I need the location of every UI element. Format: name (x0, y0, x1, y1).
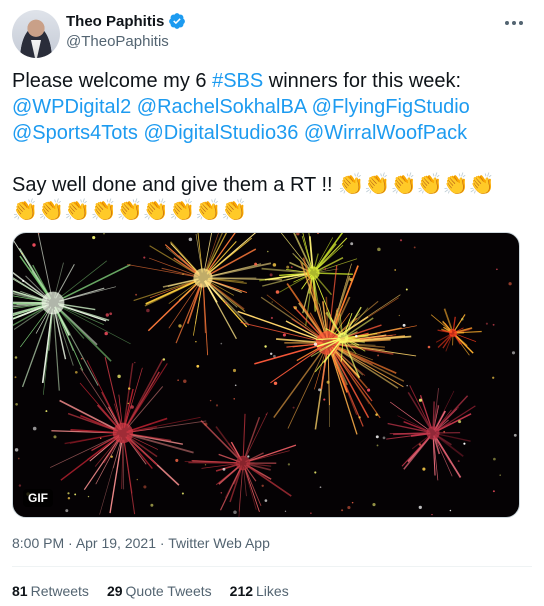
firework-burst (386, 385, 476, 481)
gif-media[interactable]: GIF (12, 232, 520, 518)
tweet-line-1: Please welcome my 6 #SBS winners for thi… (12, 68, 532, 94)
quote-tweets-stat[interactable]: 29 Quote Tweets (107, 583, 212, 599)
quote-tweets-count: 29 (106, 583, 123, 599)
clapping-hands-emoji: 👏 (168, 199, 196, 222)
quote-tweets-label: Quote Tweets (125, 583, 212, 599)
mention-link[interactable]: @WPDigital2 (12, 96, 131, 118)
clapping-hands-emoji: 👏 (64, 199, 91, 222)
firework-burst (13, 233, 131, 395)
hashtag-link[interactable]: #SBS (212, 70, 263, 92)
clapping-hands-emoji: 👏 (142, 199, 169, 222)
author-handle[interactable]: @TheoPaphitis (66, 33, 169, 50)
tweet-line-3: Say well done and give them a RT !! 👏👏👏👏… (12, 172, 532, 198)
meta-separator: · (64, 535, 76, 551)
gif-badge: GIF (23, 489, 53, 507)
mentions-row-1: @WPDigital2 @RachelSokhalBA @FlyingFigSt… (12, 94, 532, 120)
clapping-hands-emoji-row: 👏👏👏👏👏👏👏👏👏 (12, 198, 532, 224)
likes-label: Likes (256, 583, 289, 599)
tweet: Theo Paphitis @TheoPaphitis Please welco… (0, 0, 544, 606)
likes-count: 212 (229, 583, 254, 599)
engagement-stats: 81 Retweets 29 Quote Tweets 212 Likes (12, 583, 289, 599)
clapping-hands-emoji: 👏 (195, 199, 222, 222)
clapping-hands-emoji: 👏 (390, 173, 417, 196)
tweet-date[interactable]: Apr 19, 2021 (76, 535, 156, 551)
firework-burst (49, 357, 207, 515)
retweets-stat[interactable]: 81 Retweets (12, 583, 89, 599)
clapping-hands-emoji: 👏 (364, 173, 391, 196)
author-name-row: Theo Paphitis (66, 12, 186, 30)
firework-burst (127, 233, 282, 356)
clapping-hands-emoji: 👏 (416, 173, 443, 196)
firework-burst (430, 308, 482, 356)
mentions-row-2: @Sports4Tots @DigitalStudio36 @WirralWoo… (12, 120, 532, 146)
meta-separator: · (155, 535, 169, 551)
fireworks-image (13, 233, 517, 517)
likes-stat[interactable]: 212 Likes (230, 583, 289, 599)
mention-link[interactable]: @Sports4Tots (12, 122, 138, 144)
clapping-hands-emoji: 👏 (468, 173, 496, 196)
avatar[interactable] (12, 10, 60, 58)
tweet-timestamp: 8:00 PM · Apr 19, 2021 · Twitter Web App (12, 535, 270, 551)
more-options-icon[interactable] (502, 14, 526, 32)
tweet-text: Please welcome my 6 #SBS winners for thi… (12, 68, 532, 224)
tweet-text-segment: Say well done and give them a RT !! (12, 174, 339, 196)
verified-badge-icon (169, 13, 186, 29)
retweets-count: 81 (12, 583, 28, 599)
clapping-hands-emoji: 👏 (442, 173, 469, 196)
tweet-text-segment: Please welcome my 6 (12, 70, 213, 92)
clapping-hands-emoji: 👏 (90, 199, 117, 222)
tweet-text-segment: winners for this week: (263, 70, 462, 92)
mention-link[interactable]: @WirralWoofPack (304, 122, 467, 144)
mention-link[interactable]: @DigitalStudio36 (143, 122, 298, 144)
mention-link[interactable]: @RachelSokhalBA (137, 96, 306, 118)
mention-link[interactable]: @FlyingFigStudio (312, 96, 470, 118)
tweet-source[interactable]: Twitter Web App (168, 535, 270, 551)
clapping-hands-emoji: 👏 (338, 173, 365, 196)
clapping-hands-emoji: 👏 (12, 199, 39, 222)
retweets-label: Retweets (30, 583, 89, 599)
clapping-hands-emoji: 👏 (221, 199, 248, 222)
author-display-name[interactable]: Theo Paphitis (66, 13, 164, 30)
tweet-time[interactable]: 8:00 PM (12, 535, 64, 551)
clapping-hands-emoji-row: 👏👏👏👏👏👏 (338, 173, 496, 196)
clapping-hands-emoji: 👏 (38, 199, 65, 222)
divider (12, 566, 532, 567)
clapping-hands-emoji: 👏 (116, 199, 143, 222)
firework-burst (184, 412, 297, 517)
